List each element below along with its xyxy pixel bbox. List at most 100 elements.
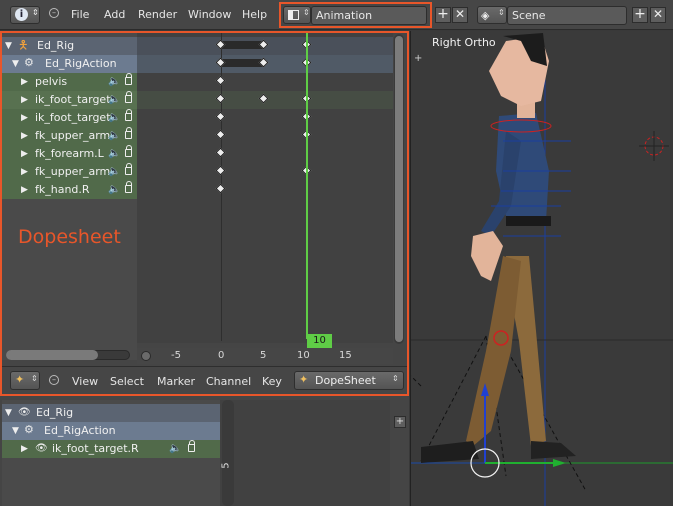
speaker-icon[interactable]: 🔈 [108, 127, 120, 145]
editor-type-button[interactable]: ✦ ⇕ [10, 371, 40, 390]
dopesheet-icon: ✦ [299, 373, 309, 386]
menu-file[interactable]: File [71, 8, 89, 21]
menu-marker[interactable]: Marker [157, 375, 195, 388]
channel-row[interactable]: ▶ fk_upper_arm 🔈 [2, 127, 137, 145]
expand-triangle-icon[interactable]: ▶ [21, 127, 28, 145]
shoe [531, 441, 576, 459]
expand-triangle-icon[interactable]: ▶ [21, 145, 28, 163]
expand-triangle-icon[interactable]: ▶ [21, 163, 28, 181]
lock-icon[interactable] [125, 73, 132, 85]
object-name: Ed_Rig [37, 39, 75, 52]
ruler-scroll-handle[interactable] [141, 351, 151, 361]
channel-row[interactable]: ▶ fk_upper_arm 🔈 [2, 163, 137, 181]
channel-name: fk_upper_arm [35, 165, 111, 178]
channel-row[interactable]: ▶ 👁 ik_foot_target.R 🔈 [2, 440, 220, 458]
speaker-icon[interactable]: 🔈 [169, 440, 181, 458]
updown-arrows-icon: ⇕ [31, 374, 38, 383]
add-scene-icon[interactable]: + [632, 7, 648, 23]
expand-triangle-icon[interactable]: ▶ [21, 109, 28, 127]
action-name: Ed_RigAction [44, 424, 116, 437]
lock-icon[interactable] [125, 181, 132, 193]
lock-icon[interactable] [125, 163, 132, 175]
speaker-icon[interactable]: 🔈 [108, 109, 120, 127]
menu-channel[interactable]: Channel [206, 375, 251, 388]
speaker-icon[interactable]: 🔈 [108, 181, 120, 199]
action-icon: ⚙ [24, 56, 34, 69]
playhead[interactable] [306, 33, 308, 339]
frame-ruler[interactable]: -5 0 5 10 15 [137, 348, 393, 364]
lock-icon[interactable] [188, 440, 195, 452]
speaker-icon[interactable]: 🔈 [108, 73, 120, 91]
keyframe-vscroll-thumb[interactable] [395, 36, 403, 342]
expand-triangle-icon[interactable]: ▶ [21, 440, 28, 458]
channel-hscroll-thumb[interactable] [6, 350, 98, 360]
speaker-icon[interactable]: 🔈 [108, 91, 120, 109]
collapse-menus-icon[interactable]: – [49, 8, 59, 18]
expand-triangle-icon[interactable]: ▼ [12, 55, 19, 73]
lock-icon[interactable] [125, 127, 132, 139]
channel-row[interactable]: ▶ fk_forearm.L 🔈 [2, 145, 137, 163]
menu-window[interactable]: Window [188, 8, 231, 21]
channel-row-object[interactable]: ▼ 👁 Ed_Rig [2, 404, 220, 422]
channel-name: fk_forearm.L [35, 147, 104, 160]
plus-icon[interactable]: + [394, 416, 406, 428]
channel-row[interactable]: ▶ ik_foot_target 🔈 [2, 91, 137, 109]
lock-icon[interactable] [125, 145, 132, 157]
editor-type-button[interactable]: i ⇕ [10, 6, 40, 24]
eye-icon[interactable]: 👁 [18, 404, 31, 422]
lower-vscroll-track[interactable] [222, 400, 234, 506]
expand-triangle-icon[interactable]: ▼ [5, 37, 12, 55]
expand-triangle-icon[interactable]: ▼ [12, 422, 19, 440]
updown-arrows-icon: ⇕ [32, 8, 39, 17]
ruler-tick: 10 [297, 350, 310, 361]
speaker-icon[interactable]: 🔈 [108, 145, 120, 163]
channel-name: pelvis [35, 75, 68, 88]
screen-layout-button[interactable]: ⇕ [283, 6, 311, 24]
channel-row[interactable]: ▶ ik_foot_target 🔈 [2, 109, 137, 127]
channel-row[interactable]: ▶ fk_hand.R 🔈 [2, 181, 137, 199]
expand-triangle-icon[interactable]: ▶ [21, 73, 28, 91]
menu-add[interactable]: Add [104, 8, 125, 21]
updown-arrows-icon: ⇕ [303, 8, 310, 17]
dopesheet-header: ✦ ⇕ – View Select Marker Channel Key ✦ D… [2, 366, 407, 394]
expand-triangle-icon[interactable]: ▶ [21, 91, 28, 109]
action-icon: ⚙ [24, 423, 34, 436]
info-header: i ⇕ – File Add Render Window Help ⇕ Anim… [0, 0, 673, 30]
lower-keyframe-area[interactable]: 5 [220, 400, 390, 506]
add-screen-icon[interactable]: + [435, 7, 451, 23]
eye-icon[interactable]: 👁 [35, 440, 48, 458]
mode-value: DopeSheet [315, 374, 376, 387]
remove-scene-icon[interactable]: ✕ [650, 7, 666, 23]
lock-icon[interactable] [125, 91, 132, 103]
collapse-menus-icon[interactable]: – [49, 375, 59, 385]
menu-key[interactable]: Key [262, 375, 282, 388]
3d-viewport[interactable]: Right Ortho + [410, 31, 673, 506]
channel-row[interactable]: ▶ pelvis 🔈 [2, 73, 137, 91]
updown-arrows-icon: ⇕ [498, 8, 505, 17]
screen-layout-field[interactable]: Animation [311, 6, 427, 25]
left-leg [466, 256, 521, 446]
armature-icon: 🯅 [18, 38, 29, 52]
menu-select[interactable]: Select [110, 375, 144, 388]
remove-screen-icon[interactable]: ✕ [452, 7, 468, 23]
info-icon: i [15, 8, 28, 21]
speaker-icon[interactable]: 🔈 [108, 163, 120, 181]
hold-bar [222, 41, 264, 49]
channel-row-action[interactable]: ▼ ⚙ Ed_RigAction [2, 422, 220, 440]
keyframe-area[interactable] [137, 33, 393, 343]
ruler-tick: -5 [171, 350, 181, 361]
current-frame-badge[interactable]: 10 [307, 334, 332, 348]
mode-dropdown[interactable]: ✦ DopeSheet ⇕ [294, 371, 404, 390]
expand-triangle-icon[interactable]: ▼ [5, 404, 12, 422]
channel-name: ik_foot_target [35, 111, 111, 124]
expand-triangle-icon[interactable]: ▶ [21, 181, 28, 199]
channel-row-object[interactable]: ▼ 🯅 Ed_Rig [2, 37, 137, 55]
scene-icon: ◈ [481, 9, 490, 22]
lock-icon[interactable] [125, 109, 132, 121]
menu-render[interactable]: Render [138, 8, 177, 21]
menu-help[interactable]: Help [242, 8, 267, 21]
scene-browse-button[interactable]: ◈ ⇕ [477, 6, 507, 24]
channel-row-action[interactable]: ▼ ⚙ Ed_RigAction [2, 55, 137, 73]
scene-field[interactable]: Scene [507, 6, 627, 25]
menu-view[interactable]: View [72, 375, 98, 388]
